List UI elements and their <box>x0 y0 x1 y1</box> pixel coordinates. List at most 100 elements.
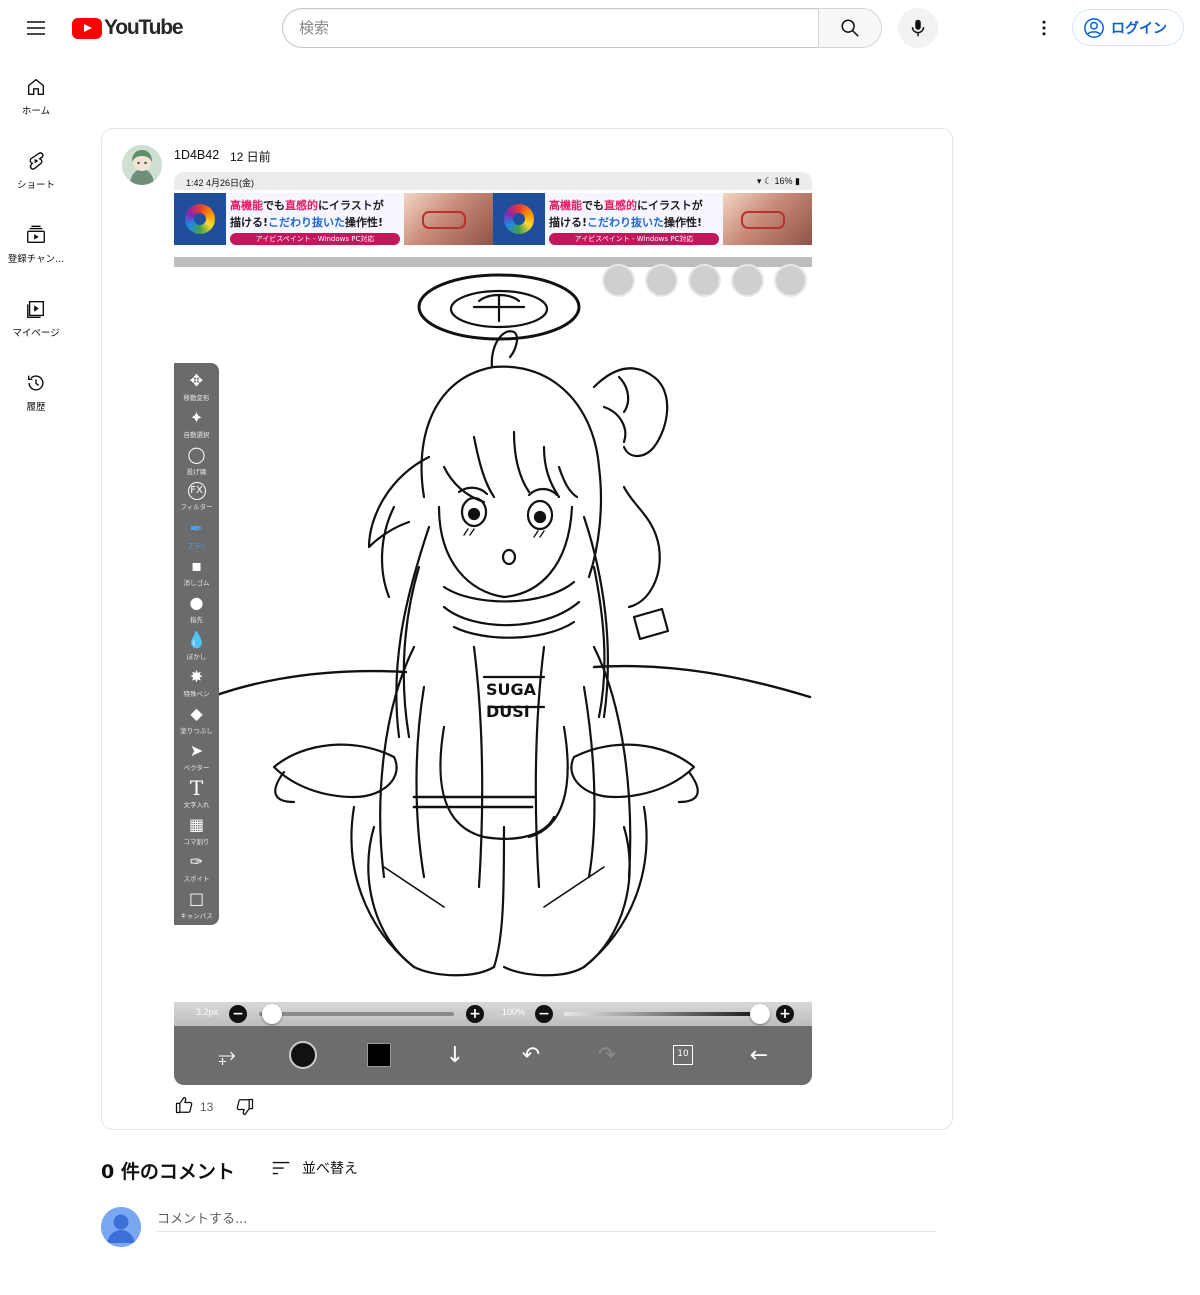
search-box <box>282 8 819 48</box>
tool-lasso[interactable]: ◯ 投げ縄 <box>174 445 219 481</box>
current-user-avatar <box>101 1207 141 1247</box>
ad-banner: 高機能でも直感的にイラストが 描ける!こだわり抜いた操作性! アイビスペイント … <box>493 193 812 245</box>
brush-preview-button[interactable] <box>286 1038 320 1072</box>
post-published-time[interactable]: 12 日前 <box>230 148 271 165</box>
ad-character-image <box>404 193 493 245</box>
tool-eyedropper[interactable]: ✑ スポイト <box>174 852 219 888</box>
sidebar-item-home[interactable]: ホーム <box>0 56 72 130</box>
move-icon: ✥ <box>189 371 204 390</box>
sort-comments-button[interactable]: 並べ替え <box>270 1156 358 1180</box>
status-battery: ▾ ☾ 16% ▮ <box>756 176 800 186</box>
tablet-status-bar: 1:42 4月26日(金) ▾ ☾ 16% ▮ <box>174 172 812 190</box>
drop-icon: 💧 <box>186 630 207 649</box>
tool-eraser[interactable]: ▪ 消しゴム <box>174 556 219 592</box>
sidebar-item-shorts[interactable]: ショート <box>0 130 72 204</box>
author-avatar[interactable] <box>122 145 162 185</box>
special-pen-icon: ✸ <box>189 667 204 686</box>
sort-icon <box>272 1161 290 1175</box>
opacity-track[interactable] <box>564 1012 764 1016</box>
opacity-plus-icon[interactable]: + <box>776 1005 794 1023</box>
search-input[interactable] <box>283 9 819 47</box>
ad-banner: 高機能でも直感的にイラストが 描ける!こだわり抜いた操作性! アイビスペイント … <box>174 193 493 245</box>
thumb-down-icon <box>237 1098 254 1116</box>
tool-smudge[interactable]: ● 指先 <box>174 593 219 629</box>
canvas-square-icon: □ <box>188 889 205 908</box>
post-image[interactable]: 1:42 4月26日(金) ▾ ☾ 16% ▮ 高機能でも直感的にイラストが 描… <box>174 172 812 1085</box>
ad-line-2: 描ける!こだわり抜いた操作性! <box>549 216 703 229</box>
youtube-logo[interactable]: YouTube <box>72 16 184 40</box>
login-label: ログイン <box>1111 20 1167 37</box>
brush-eraser-swap-icon[interactable]: ⥅ <box>210 1038 244 1072</box>
comment-input[interactable] <box>157 1207 936 1232</box>
default-avatar-icon <box>101 1207 141 1247</box>
back-arrow-icon[interactable]: ← <box>742 1038 776 1072</box>
app-bottom-toolbar: ⥅ ↓ ↶ ↷ 10 ← <box>174 1026 812 1085</box>
wifi-moon-icon: ▾ ☾ <box>756 176 775 186</box>
dislike-button[interactable] <box>235 1097 255 1117</box>
layers-button[interactable]: 10 <box>666 1038 700 1072</box>
eyedropper-icon: ✑ <box>189 852 204 871</box>
sidebar-item-label: ショート <box>16 180 55 191</box>
library-icon <box>27 300 45 318</box>
svg-text:DUSI: DUSI <box>486 702 530 721</box>
battery-icon: ▮ <box>795 176 800 186</box>
like-button[interactable] <box>174 1095 194 1119</box>
hand-tool-icon[interactable] <box>688 264 721 297</box>
material-icon[interactable] <box>774 264 807 297</box>
tool-vector[interactable]: ➤ ベクター <box>174 741 219 777</box>
sidebar-item-label: マイページ <box>12 328 60 339</box>
tool-blur[interactable]: 💧 ぼかし <box>174 630 219 666</box>
history-icon <box>27 375 44 391</box>
tool-frame-divider[interactable]: ▦ コマ割り <box>174 815 219 851</box>
sidebar-item-label: ホーム <box>21 106 51 117</box>
avatar-image <box>122 145 162 185</box>
tool-transform[interactable]: ✥ 移動変形 <box>174 371 219 407</box>
tool-text[interactable]: T 文字入れ <box>174 778 219 814</box>
guide-menu-button[interactable] <box>16 8 56 48</box>
tool-filter[interactable]: FX フィルター <box>174 482 219 518</box>
post-author-name[interactable]: 1D4B42 <box>174 148 219 162</box>
sketch-drawing: SUGA DUSI <box>174 273 812 977</box>
brush-size-track[interactable] <box>259 1012 454 1016</box>
ibispaint-logo-icon <box>174 193 226 245</box>
brush-size-thumb[interactable] <box>261 1004 282 1024</box>
tool-brush[interactable]: ✒ ブラシ <box>174 519 219 555</box>
brush-size-minus-icon[interactable]: − <box>229 1005 247 1023</box>
sidebar-item-library[interactable]: マイページ <box>0 278 72 352</box>
eraser-icon: ▪ <box>191 556 202 575</box>
sidebar-item-subscriptions[interactable]: 登録チャン... <box>0 204 72 278</box>
voice-search-button[interactable] <box>898 8 938 48</box>
ad-character-image <box>723 193 812 245</box>
opacity-minus-icon[interactable]: − <box>535 1005 553 1023</box>
finger-icon: ● <box>189 593 204 612</box>
tool-special-pen[interactable]: ✸ 特殊ペン <box>174 667 219 703</box>
layer-toggle-icon[interactable] <box>602 264 635 297</box>
fx-icon: FX <box>187 482 206 500</box>
comments-count-title: 0 件のコメント <box>101 1161 235 1183</box>
community-post: 1D4B42 12 日前 1:42 4月26日(金) ▾ ☾ 16% ▮ 高機能… <box>101 128 953 1130</box>
settings-menu-button[interactable] <box>1024 8 1064 48</box>
sidebar-item-label: 登録チャン... <box>7 254 65 265</box>
arrow-down-icon[interactable]: ↓ <box>438 1038 472 1072</box>
shorts-icon <box>29 152 44 170</box>
brush-size-plus-icon[interactable]: + <box>466 1005 484 1023</box>
svg-text:SUGA: SUGA <box>486 680 537 699</box>
sidebar-item-history[interactable]: 履歴 <box>0 352 72 426</box>
redo-icon[interactable]: ↷ <box>590 1038 624 1072</box>
selection-icon[interactable] <box>645 264 678 297</box>
brush-icon: ✒ <box>189 519 204 538</box>
undo-icon[interactable]: ↶ <box>514 1038 548 1072</box>
login-button[interactable]: ログイン <box>1072 9 1184 46</box>
post-actions: 13 <box>174 1095 255 1119</box>
opacity-thumb[interactable] <box>750 1004 770 1024</box>
subscriptions-icon <box>27 225 45 244</box>
tool-canvas[interactable]: □ キャンバス <box>174 889 219 925</box>
tool-fill[interactable]: ◆ 塗りつぶし <box>174 704 219 740</box>
ruler-icon[interactable] <box>731 264 764 297</box>
text-t-icon: T <box>189 776 204 800</box>
color-swatch-button[interactable] <box>362 1038 396 1072</box>
account-circle-icon <box>1084 17 1104 38</box>
tool-magic-wand[interactable]: ✦ 自動選択 <box>174 408 219 444</box>
search-button[interactable] <box>818 8 882 48</box>
home-icon <box>27 78 45 96</box>
